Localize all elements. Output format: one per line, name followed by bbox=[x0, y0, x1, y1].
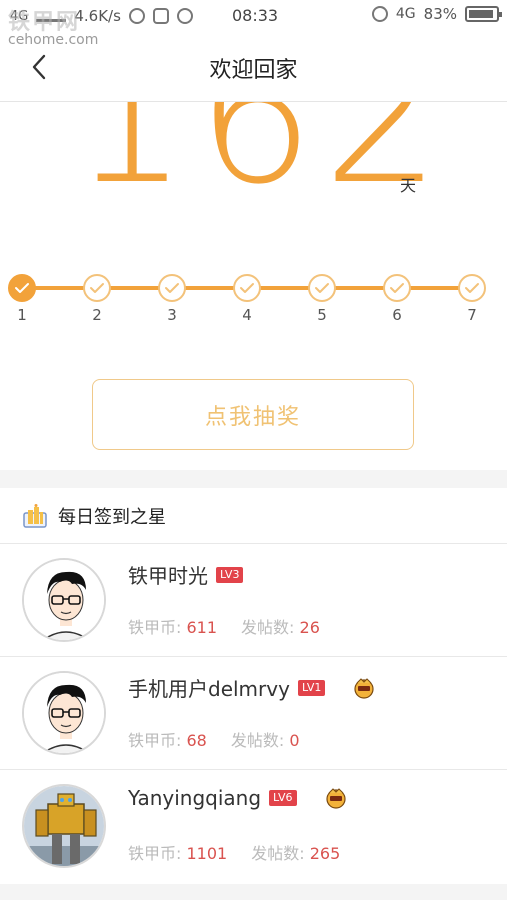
step-label: 3 bbox=[167, 306, 177, 324]
step-label: 4 bbox=[242, 306, 252, 324]
avatar[interactable] bbox=[22, 558, 106, 642]
user-rows: 铁甲时光 LV3 铁甲币: 611 发帖数: 26 手机用户delmrvy LV1 铁甲币:… bbox=[0, 544, 507, 883]
coins-label: 铁甲币: bbox=[128, 731, 182, 750]
step-label: 6 bbox=[392, 306, 402, 324]
network-type: 4G bbox=[395, 6, 416, 22]
user-stats: 铁甲币: 1101 发帖数: 265 bbox=[128, 840, 340, 864]
checkin-days: 162 bbox=[70, 102, 450, 225]
check-icon bbox=[240, 283, 254, 293]
check-icon bbox=[90, 283, 104, 293]
avatar[interactable] bbox=[22, 784, 106, 868]
step-label: 1 bbox=[17, 306, 27, 324]
medal-icon bbox=[353, 677, 375, 699]
step-label: 7 bbox=[467, 306, 477, 324]
battery-icon bbox=[465, 6, 502, 22]
level-badge: LV6 bbox=[269, 790, 297, 806]
checkin-card: 162 天 1 2 3 4 5 6 7 点我抽奖 bbox=[0, 102, 507, 470]
star-list-header: 每日签到之星 bbox=[0, 488, 507, 544]
coins-value: 1101 bbox=[186, 844, 228, 863]
chat-icon bbox=[176, 8, 193, 24]
star-list: 每日签到之星 铁甲时光 LV3 铁甲币: 611 发帖数: 26 手机用户delmrvy… bbox=[0, 488, 507, 884]
trophy-icon bbox=[22, 503, 48, 529]
user-name-line: 手机用户delmrvy LV1 bbox=[128, 673, 375, 702]
day-unit: 天 bbox=[400, 176, 417, 195]
coins-stat: 铁甲币: 68 bbox=[128, 727, 207, 751]
page-title: 欢迎回家 bbox=[209, 58, 298, 83]
step-circle-1 bbox=[8, 274, 36, 302]
user-row[interactable]: 手机用户delmrvy LV1 铁甲币: 68 发帖数: 0 bbox=[0, 657, 507, 770]
check-icon bbox=[165, 283, 179, 293]
coins-value: 611 bbox=[186, 618, 218, 637]
step-label: 2 bbox=[92, 306, 102, 324]
star-list-title: 每日签到之星 bbox=[58, 506, 166, 528]
step-circle-5 bbox=[308, 274, 336, 302]
user-name[interactable]: 手机用户delmrvy bbox=[128, 673, 290, 702]
user-name-line: 铁甲时光 LV3 bbox=[128, 560, 244, 589]
level-badge: LV3 bbox=[216, 566, 244, 583]
posts-value: 26 bbox=[299, 618, 320, 637]
coins-label: 铁甲币: bbox=[128, 618, 182, 637]
alarm-icon bbox=[371, 6, 388, 22]
coins-value: 68 bbox=[186, 731, 207, 750]
watermark-url: cehome.com bbox=[8, 32, 99, 48]
step-circle-3 bbox=[158, 274, 186, 302]
bottom-strip bbox=[0, 884, 507, 900]
coins-label: 铁甲币: bbox=[128, 844, 182, 863]
posts-label: 发帖数: bbox=[241, 618, 295, 637]
step-circle-4 bbox=[233, 274, 261, 302]
check-icon bbox=[15, 283, 29, 293]
user-row[interactable]: Yanyingqiang LV6 铁甲币: 1101 发帖数: 265 bbox=[0, 770, 507, 883]
posts-value: 265 bbox=[309, 844, 341, 863]
step-circle-2 bbox=[83, 274, 111, 302]
step-circle-7 bbox=[458, 274, 486, 302]
user-name[interactable]: Yanyingqiang bbox=[128, 786, 261, 810]
status-time: 08:33 bbox=[232, 6, 279, 25]
step-circle-6 bbox=[383, 274, 411, 302]
check-icon bbox=[465, 283, 479, 293]
user-name-line: Yanyingqiang LV6 bbox=[128, 786, 347, 810]
user-name[interactable]: 铁甲时光 bbox=[128, 560, 208, 589]
user-stats: 铁甲币: 68 发帖数: 0 bbox=[128, 727, 300, 751]
check-icon bbox=[315, 283, 329, 293]
coins-stat: 铁甲币: 1101 bbox=[128, 840, 227, 864]
avatar[interactable] bbox=[22, 671, 106, 755]
coins-stat: 铁甲币: 611 bbox=[128, 614, 217, 638]
check-icon bbox=[390, 283, 404, 293]
posts-stat: 发帖数: 26 bbox=[241, 614, 320, 638]
level-badge: LV1 bbox=[297, 679, 326, 696]
lottery-button[interactable]: 点我抽奖 bbox=[92, 379, 414, 450]
posts-value: 0 bbox=[289, 731, 300, 750]
step-label: 5 bbox=[317, 306, 327, 324]
posts-stat: 发帖数: 0 bbox=[231, 727, 300, 751]
user-row[interactable]: 铁甲时光 LV3 铁甲币: 611 发帖数: 26 bbox=[0, 544, 507, 657]
watermark: 铁甲网 cehome.com bbox=[8, 4, 98, 48]
battery-percent: 83% bbox=[423, 5, 457, 23]
status-right: 4G 83% bbox=[371, 5, 502, 23]
posts-label: 发帖数: bbox=[230, 731, 285, 750]
user-stats: 铁甲币: 611 发帖数: 26 bbox=[128, 614, 320, 638]
app-icon bbox=[152, 8, 169, 24]
qq-icon bbox=[128, 8, 145, 24]
posts-stat: 发帖数: 265 bbox=[251, 840, 340, 864]
posts-label: 发帖数: bbox=[251, 844, 305, 863]
medal-icon bbox=[325, 787, 347, 809]
